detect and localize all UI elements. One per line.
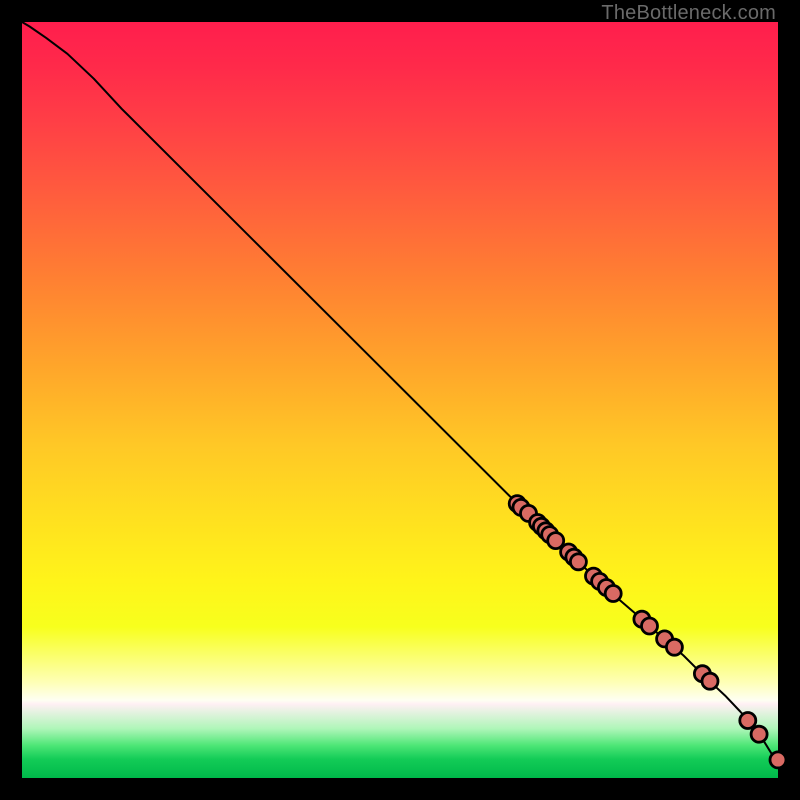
highlight-dot	[702, 673, 718, 689]
highlight-dots-group	[509, 496, 786, 768]
highlight-dot	[770, 752, 786, 768]
watermark-text: TheBottleneck.com	[601, 2, 776, 25]
highlight-dot	[605, 586, 621, 602]
chart-frame	[22, 22, 778, 778]
highlight-dot	[740, 713, 756, 729]
highlight-dot	[570, 554, 586, 570]
highlight-dot	[666, 639, 682, 655]
bottleneck-curve	[22, 22, 778, 760]
chart-svg	[22, 22, 778, 778]
highlight-dot	[751, 726, 767, 742]
highlight-dot	[642, 618, 658, 634]
